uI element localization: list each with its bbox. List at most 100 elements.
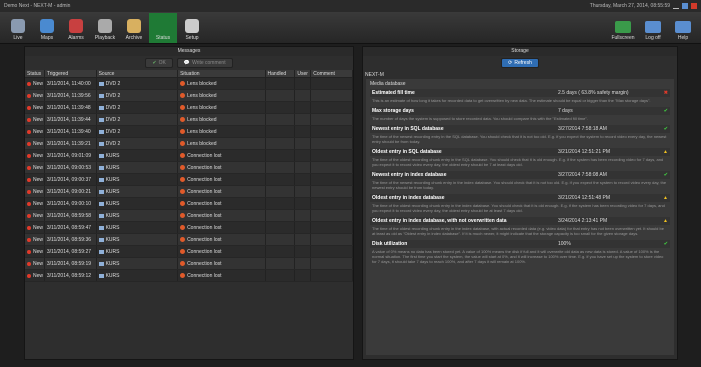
comment-icon: 💬 bbox=[183, 60, 191, 66]
window-titlebar: Demo Next - NEXT-M - admin Thursday, Mar… bbox=[0, 0, 701, 12]
lens-blocked-icon bbox=[180, 117, 186, 123]
comment-cell bbox=[311, 150, 354, 161]
toolbar-label: Maps bbox=[40, 35, 54, 41]
table-row[interactable]: New 3/11/2014, 09:00:21 KURS Connection los… bbox=[25, 186, 354, 198]
user-cell bbox=[295, 258, 312, 269]
triggered-cell: 3/11/2014, 09:00:10 bbox=[45, 198, 97, 209]
column-header-user[interactable]: User bbox=[295, 70, 312, 77]
source-cell: KURS bbox=[97, 234, 179, 245]
user-cell bbox=[295, 222, 312, 233]
column-header-comment[interactable]: Comment bbox=[311, 70, 354, 77]
situation-cell: Lens blocked bbox=[178, 114, 266, 125]
server-name: NEXT-M bbox=[365, 72, 384, 78]
messages-panel: Messages ✔ OK 💬 Write comment Status Tri… bbox=[24, 46, 354, 360]
source-text: KURS bbox=[105, 213, 120, 219]
connection-lost-icon bbox=[180, 225, 186, 231]
user-cell bbox=[295, 174, 312, 185]
refresh-button[interactable]: ⟳ Refresh bbox=[501, 58, 539, 68]
status-text: New bbox=[33, 165, 44, 171]
status-text: New bbox=[33, 141, 44, 147]
handled-cell bbox=[266, 234, 296, 245]
source-text: KURS bbox=[105, 201, 120, 207]
table-row[interactable]: New 3/11/2014, 11:39:56 DVD 2 Lens blocked bbox=[25, 90, 354, 102]
column-header-situation[interactable]: Situation bbox=[178, 70, 266, 77]
toolbar-archive[interactable]: Archive bbox=[120, 13, 148, 43]
source-cell: KURS bbox=[97, 186, 179, 197]
messages-actions: ✔ OK 💬 Write comment bbox=[25, 56, 353, 70]
table-row[interactable]: New 3/11/2014, 08:59:58 KURS Connection los… bbox=[25, 210, 354, 222]
table-row[interactable]: New 3/11/2014, 08:59:47 KURS Connection los… bbox=[25, 222, 354, 234]
table-row[interactable]: New 3/11/2014, 11:39:48 DVD 2 Lens blocked bbox=[25, 102, 354, 114]
comment-cell bbox=[311, 114, 354, 125]
ok-button[interactable]: ✔ OK bbox=[145, 58, 173, 68]
storage-item-description: The time of the newest recording entry i… bbox=[372, 134, 667, 144]
alert-icon bbox=[27, 117, 31, 122]
situation-cell: Connection lost bbox=[178, 270, 266, 281]
table-row[interactable]: New 3/11/2014, 09:00:10 KURS Connection los… bbox=[25, 198, 354, 210]
toolbar-setup[interactable]: Setup bbox=[178, 13, 206, 43]
table-row[interactable]: New 3/11/2014, 11:40:00 DVD 2 Lens blocked bbox=[25, 78, 354, 90]
triggered-cell: 3/11/2014, 09:01:09 bbox=[45, 150, 97, 161]
storage-panel: Storage ⟳ Refresh NEXT-M Media database … bbox=[362, 46, 678, 360]
table-row[interactable]: New 3/11/2014, 09:00:37 KURS Connection los… bbox=[25, 174, 354, 186]
toolbar-status[interactable]: Status bbox=[149, 13, 177, 43]
toolbar-playback[interactable]: Playback bbox=[91, 13, 119, 43]
storage-item-header: Disk utilization 100% ✔ bbox=[370, 240, 670, 248]
storage-item-name: Disk utilization bbox=[372, 241, 408, 247]
toolbar-live[interactable]: Live bbox=[4, 13, 32, 43]
storage-item-description: The time of the oldest recording chunk e… bbox=[372, 157, 664, 167]
table-row[interactable]: New 3/11/2014, 11:39:40 DVD 2 Lens blocked bbox=[25, 126, 354, 138]
log-off-button[interactable]: Log off bbox=[639, 13, 667, 43]
help-button[interactable]: Help bbox=[669, 13, 697, 43]
table-row[interactable]: New 3/11/2014, 11:39:21 DVD 2 Lens blocked bbox=[25, 138, 354, 150]
maximize-icon[interactable] bbox=[682, 3, 688, 9]
triggered-cell: 3/11/2014, 11:39:48 bbox=[45, 102, 97, 113]
table-row[interactable]: New 3/11/2014, 08:59:12 KURS Connection los… bbox=[25, 270, 354, 282]
toolbar-alarms[interactable]: Alarms bbox=[62, 13, 90, 43]
table-row[interactable]: New 3/11/2014, 09:01:09 KURS Connection los… bbox=[25, 150, 354, 162]
connection-lost-icon bbox=[180, 273, 186, 279]
status-cell: New bbox=[25, 246, 45, 257]
situation-cell: Connection lost bbox=[178, 234, 266, 245]
storage-item-header: Oldest entry in index database 3/21/2014 … bbox=[370, 194, 670, 202]
toolbar-maps[interactable]: Maps bbox=[33, 13, 61, 43]
column-header-status[interactable]: Status bbox=[25, 70, 45, 77]
source-text: KURS bbox=[105, 273, 120, 279]
refresh-label: Refresh bbox=[514, 60, 532, 66]
ok-button-label: OK bbox=[158, 60, 166, 66]
table-row[interactable]: New 3/11/2014, 09:00:53 KURS Connection los… bbox=[25, 162, 354, 174]
storage-item-description: A value of 0% means no data has been sto… bbox=[372, 249, 664, 264]
status-cell: New bbox=[25, 210, 45, 221]
table-row[interactable]: New 3/11/2014, 08:59:27 KURS Connection los… bbox=[25, 246, 354, 258]
user-cell bbox=[295, 270, 312, 281]
column-header-handled[interactable]: Handled bbox=[266, 70, 296, 77]
camera-icon bbox=[98, 81, 104, 86]
table-row[interactable]: New 3/11/2014, 11:39:44 DVD 2 Lens blocked bbox=[25, 114, 354, 126]
storage-item-name: Newest entry in SQL database bbox=[372, 126, 444, 132]
status-text: New bbox=[33, 273, 44, 279]
status-text: New bbox=[33, 129, 44, 135]
table-row[interactable]: New 3/11/2014, 08:59:19 KURS Connection los… bbox=[25, 258, 354, 270]
table-row[interactable]: New 3/11/2014, 08:59:36 KURS Connection los… bbox=[25, 234, 354, 246]
warning-icon: ▲ bbox=[663, 149, 668, 155]
source-cell: DVD 2 bbox=[97, 90, 179, 101]
user-cell bbox=[295, 90, 312, 101]
fullscreen-button[interactable]: Fullscreen bbox=[609, 13, 637, 43]
warning-icon: ▲ bbox=[663, 218, 668, 224]
situation-text: Connection lost bbox=[187, 201, 222, 207]
storage-item: Oldest entry in index database 3/21/2014 … bbox=[370, 194, 670, 214]
column-header-source[interactable]: Source bbox=[97, 70, 179, 77]
write-comment-button[interactable]: 💬 Write comment bbox=[176, 58, 233, 68]
column-header-triggered[interactable]: Triggered bbox=[45, 70, 97, 77]
storage-item-description: The time of the newest recording chunk e… bbox=[372, 180, 667, 190]
comment-cell bbox=[311, 138, 354, 149]
connection-lost-icon bbox=[180, 165, 186, 171]
fullscreen-icon bbox=[615, 21, 631, 33]
minimize-icon[interactable] bbox=[673, 3, 679, 9]
alert-icon bbox=[27, 141, 31, 146]
check-icon: ✔ bbox=[663, 241, 668, 247]
alert-icon bbox=[27, 273, 31, 278]
triggered-cell: 3/11/2014, 11:39:21 bbox=[45, 138, 97, 149]
status-icon bbox=[156, 19, 170, 33]
close-icon[interactable] bbox=[691, 3, 697, 9]
